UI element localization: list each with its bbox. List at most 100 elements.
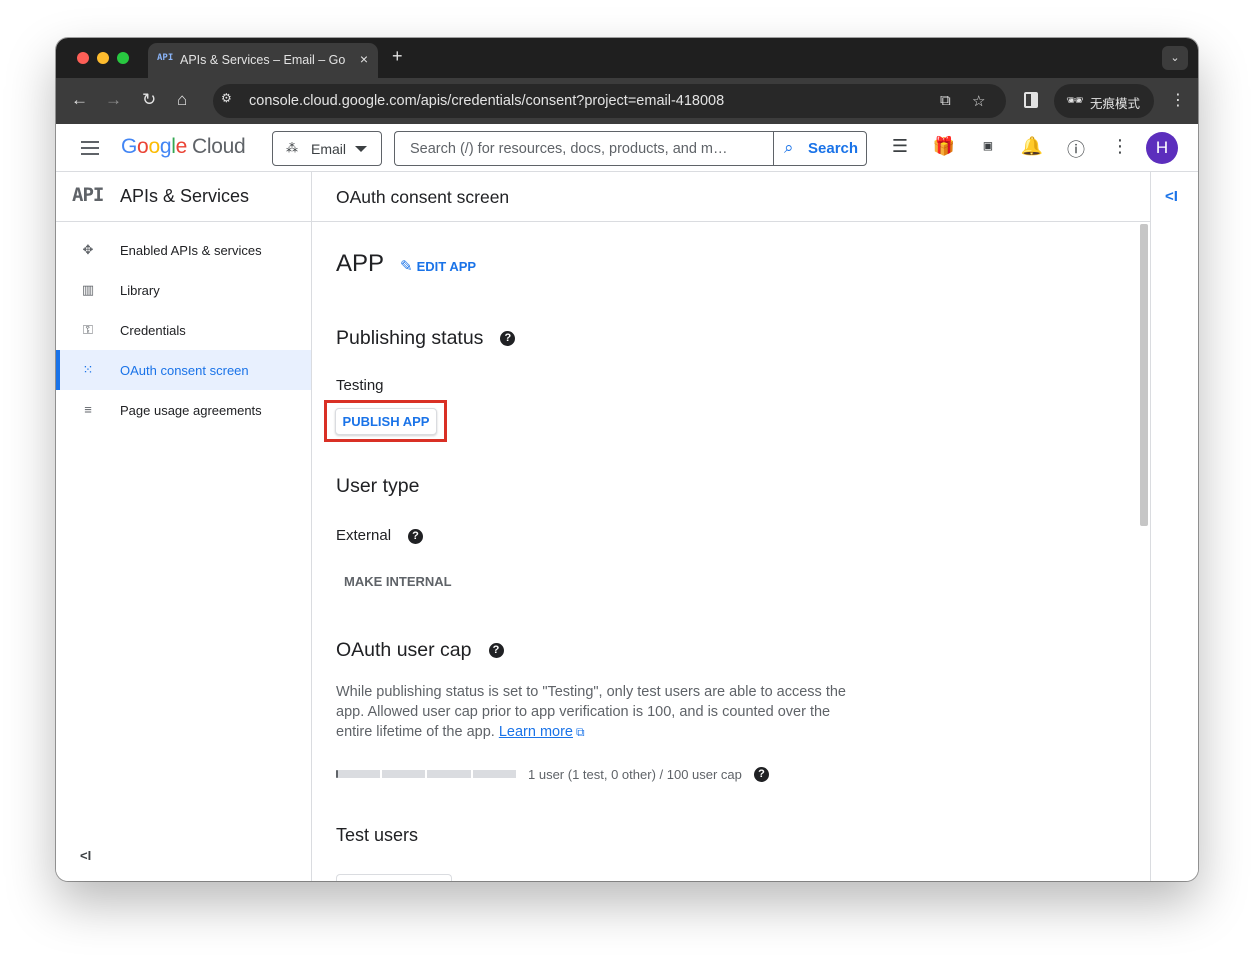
address-bar[interactable]: ⚙ console.cloud.google.com/apis/credenti… (213, 84, 1006, 118)
user-type-text: External (336, 527, 392, 544)
user-cap-description: While publishing status is set to "Testi… (336, 682, 856, 742)
kebab-menu-icon[interactable]: ⋮ (1108, 136, 1132, 157)
bell-icon[interactable]: 🔔 (1020, 136, 1044, 157)
search-button-label: Search (808, 140, 859, 157)
library-icon: ▥ (81, 282, 95, 297)
progress-segment (472, 770, 516, 778)
sidebar-title: APIs & Services (120, 186, 250, 206)
user-cap-heading: OAuth user cap? (336, 639, 504, 662)
expand-panel-button[interactable]: <I (1165, 188, 1178, 205)
user-type-value: External? (336, 527, 424, 544)
sidebar-item-label: Library (120, 283, 160, 298)
right-rail: <I (1150, 172, 1198, 881)
project-picker[interactable]: ⁂ Email (272, 131, 382, 166)
browser-tab[interactable]: API APIs & Services – Email – Google Clo… (148, 43, 378, 78)
sidebar-item-credentials[interactable]: ⚿ Credentials (56, 310, 311, 350)
add-users-button[interactable] (336, 874, 452, 881)
search-icon: ⌕ (784, 138, 794, 157)
close-window-button[interactable] (77, 52, 89, 64)
tab-close-icon[interactable]: × (360, 51, 368, 67)
tab-strip: API APIs & Services – Email – Google Clo… (56, 38, 1198, 78)
sidebar-item-label: Credentials (120, 323, 186, 338)
key-icon: ⚿ (83, 322, 93, 337)
progress-segment (381, 770, 425, 778)
test-users-heading: Test users (336, 825, 419, 845)
search-input[interactable] (394, 131, 773, 166)
gift-icon[interactable]: 🎁 (932, 136, 956, 157)
site-settings-icon[interactable]: ⚙ (221, 91, 241, 111)
enabled-apis-icon: ✥ (82, 242, 94, 257)
browser-kebab-menu-icon[interactable]: ⋮ (1170, 90, 1186, 110)
sidebar-item-library[interactable]: ▥ Library (56, 270, 311, 310)
user-cap-progress-fill (336, 770, 338, 778)
menu-icon[interactable] (81, 141, 99, 155)
tab-search-chevron-icon[interactable]: ⌄ (1162, 46, 1188, 70)
translate-icon[interactable]: ⧉ (940, 92, 951, 109)
make-internal-button[interactable]: MAKE INTERNAL (344, 574, 452, 589)
publishing-status-value: Testing (336, 377, 384, 394)
minimize-window-button[interactable] (97, 52, 109, 64)
console-header: GoogleCloud ⁂ Email ⌕ Search ☰ 🎁 ▣ 🔔 ⓘ ⋮… (56, 124, 1198, 172)
tab-title: APIs & Services – Email – Google Cloud (180, 53, 345, 67)
sidebar-item-label: OAuth consent screen (120, 363, 249, 378)
help-icon[interactable]: ? (754, 767, 769, 783)
forward-arrow-icon[interactable]: → (105, 90, 122, 110)
collapse-sidebar-button[interactable]: <I (80, 848, 91, 863)
sidebar-item-oauth-consent[interactable]: ⁙ OAuth consent screen (56, 350, 311, 390)
back-arrow-icon[interactable]: ← (71, 90, 88, 110)
sidebar-header: API APIs & Services (56, 172, 312, 222)
home-icon[interactable]: ⌂ (177, 90, 187, 110)
help-icon[interactable]: ? (500, 331, 516, 347)
app-name: APP (336, 250, 385, 277)
project-name: Email (311, 141, 347, 157)
page-title: OAuth consent screen (336, 187, 510, 207)
help-icon[interactable]: ⓘ (1064, 136, 1088, 162)
browser-window: API APIs & Services – Email – Google Clo… (56, 38, 1198, 881)
incognito-indicator[interactable]: 🕶 无痕模式 (1054, 84, 1154, 118)
help-icon[interactable]: ? (408, 528, 424, 544)
avatar[interactable]: H (1146, 132, 1178, 164)
incognito-icon: 🕶 (1066, 92, 1084, 108)
notes-icon[interactable]: ☰ (888, 136, 912, 157)
maximize-window-button[interactable] (117, 52, 129, 64)
google-cloud-logo[interactable]: Google Cloud (121, 135, 246, 159)
page-header: OAuth consent screen (312, 172, 1150, 222)
main-content: OAuth consent screen APP ✎ EDIT APP Publi… (312, 172, 1150, 881)
progress-segment (336, 770, 380, 778)
user-cap-progress-bar (336, 770, 516, 778)
browser-toolbar: ← → ↻ ⌂ ⚙ console.cloud.google.com/apis/… (56, 78, 1198, 124)
side-panel-icon[interactable] (1024, 92, 1038, 108)
bookmark-star-icon[interactable]: ☆ (972, 92, 985, 110)
new-tab-button[interactable]: + (392, 46, 403, 67)
edit-app-button[interactable]: ✎ EDIT APP (400, 257, 476, 275)
logo-letter: e (175, 135, 188, 158)
logo-letter: g (159, 135, 172, 158)
sidebar-item-enabled-apis[interactable]: ✥ Enabled APIs & services (56, 230, 311, 270)
url-text[interactable]: console.cloud.google.com/apis/credential… (249, 93, 724, 109)
search-button[interactable]: ⌕ Search (773, 131, 867, 166)
learn-more-link[interactable]: Learn more (499, 724, 573, 740)
user-cap-help[interactable]: ? (754, 766, 769, 784)
publish-app-button[interactable]: PUBLISH APP (335, 408, 437, 435)
description-text: While publishing status is set to "Testi… (336, 684, 846, 740)
heading-text: OAuth user cap (336, 639, 472, 661)
logo-product: Cloud (191, 135, 246, 158)
incognito-label: 无痕模式 (1090, 96, 1141, 111)
sidebar-item-label: Enabled APIs & services (120, 243, 262, 258)
help-icon[interactable]: ? (488, 643, 504, 659)
edit-app-label: EDIT APP (416, 259, 477, 274)
terminal-icon[interactable]: ▣ (976, 138, 1000, 154)
logo-letter: G (121, 135, 138, 158)
api-logo-icon: API (72, 184, 104, 206)
project-icon: ⁂ (286, 141, 298, 155)
sidebar-item-page-usage[interactable]: ≡ Page usage agreements (56, 390, 311, 430)
page-settings-icon: ≡ (84, 402, 92, 417)
logo-letter: o (137, 135, 149, 158)
reload-icon[interactable]: ↻ (142, 90, 156, 110)
chevron-down-icon (355, 146, 367, 152)
sidebar: API APIs & Services ✥ Enabled APIs & ser… (56, 172, 312, 881)
scrollbar-thumb[interactable] (1140, 224, 1148, 526)
user-cap-text: 1 user (1 test, 0 other) / 100 user cap (528, 767, 742, 782)
user-type-heading: User type (336, 475, 420, 497)
pencil-icon: ✎ (400, 258, 413, 275)
